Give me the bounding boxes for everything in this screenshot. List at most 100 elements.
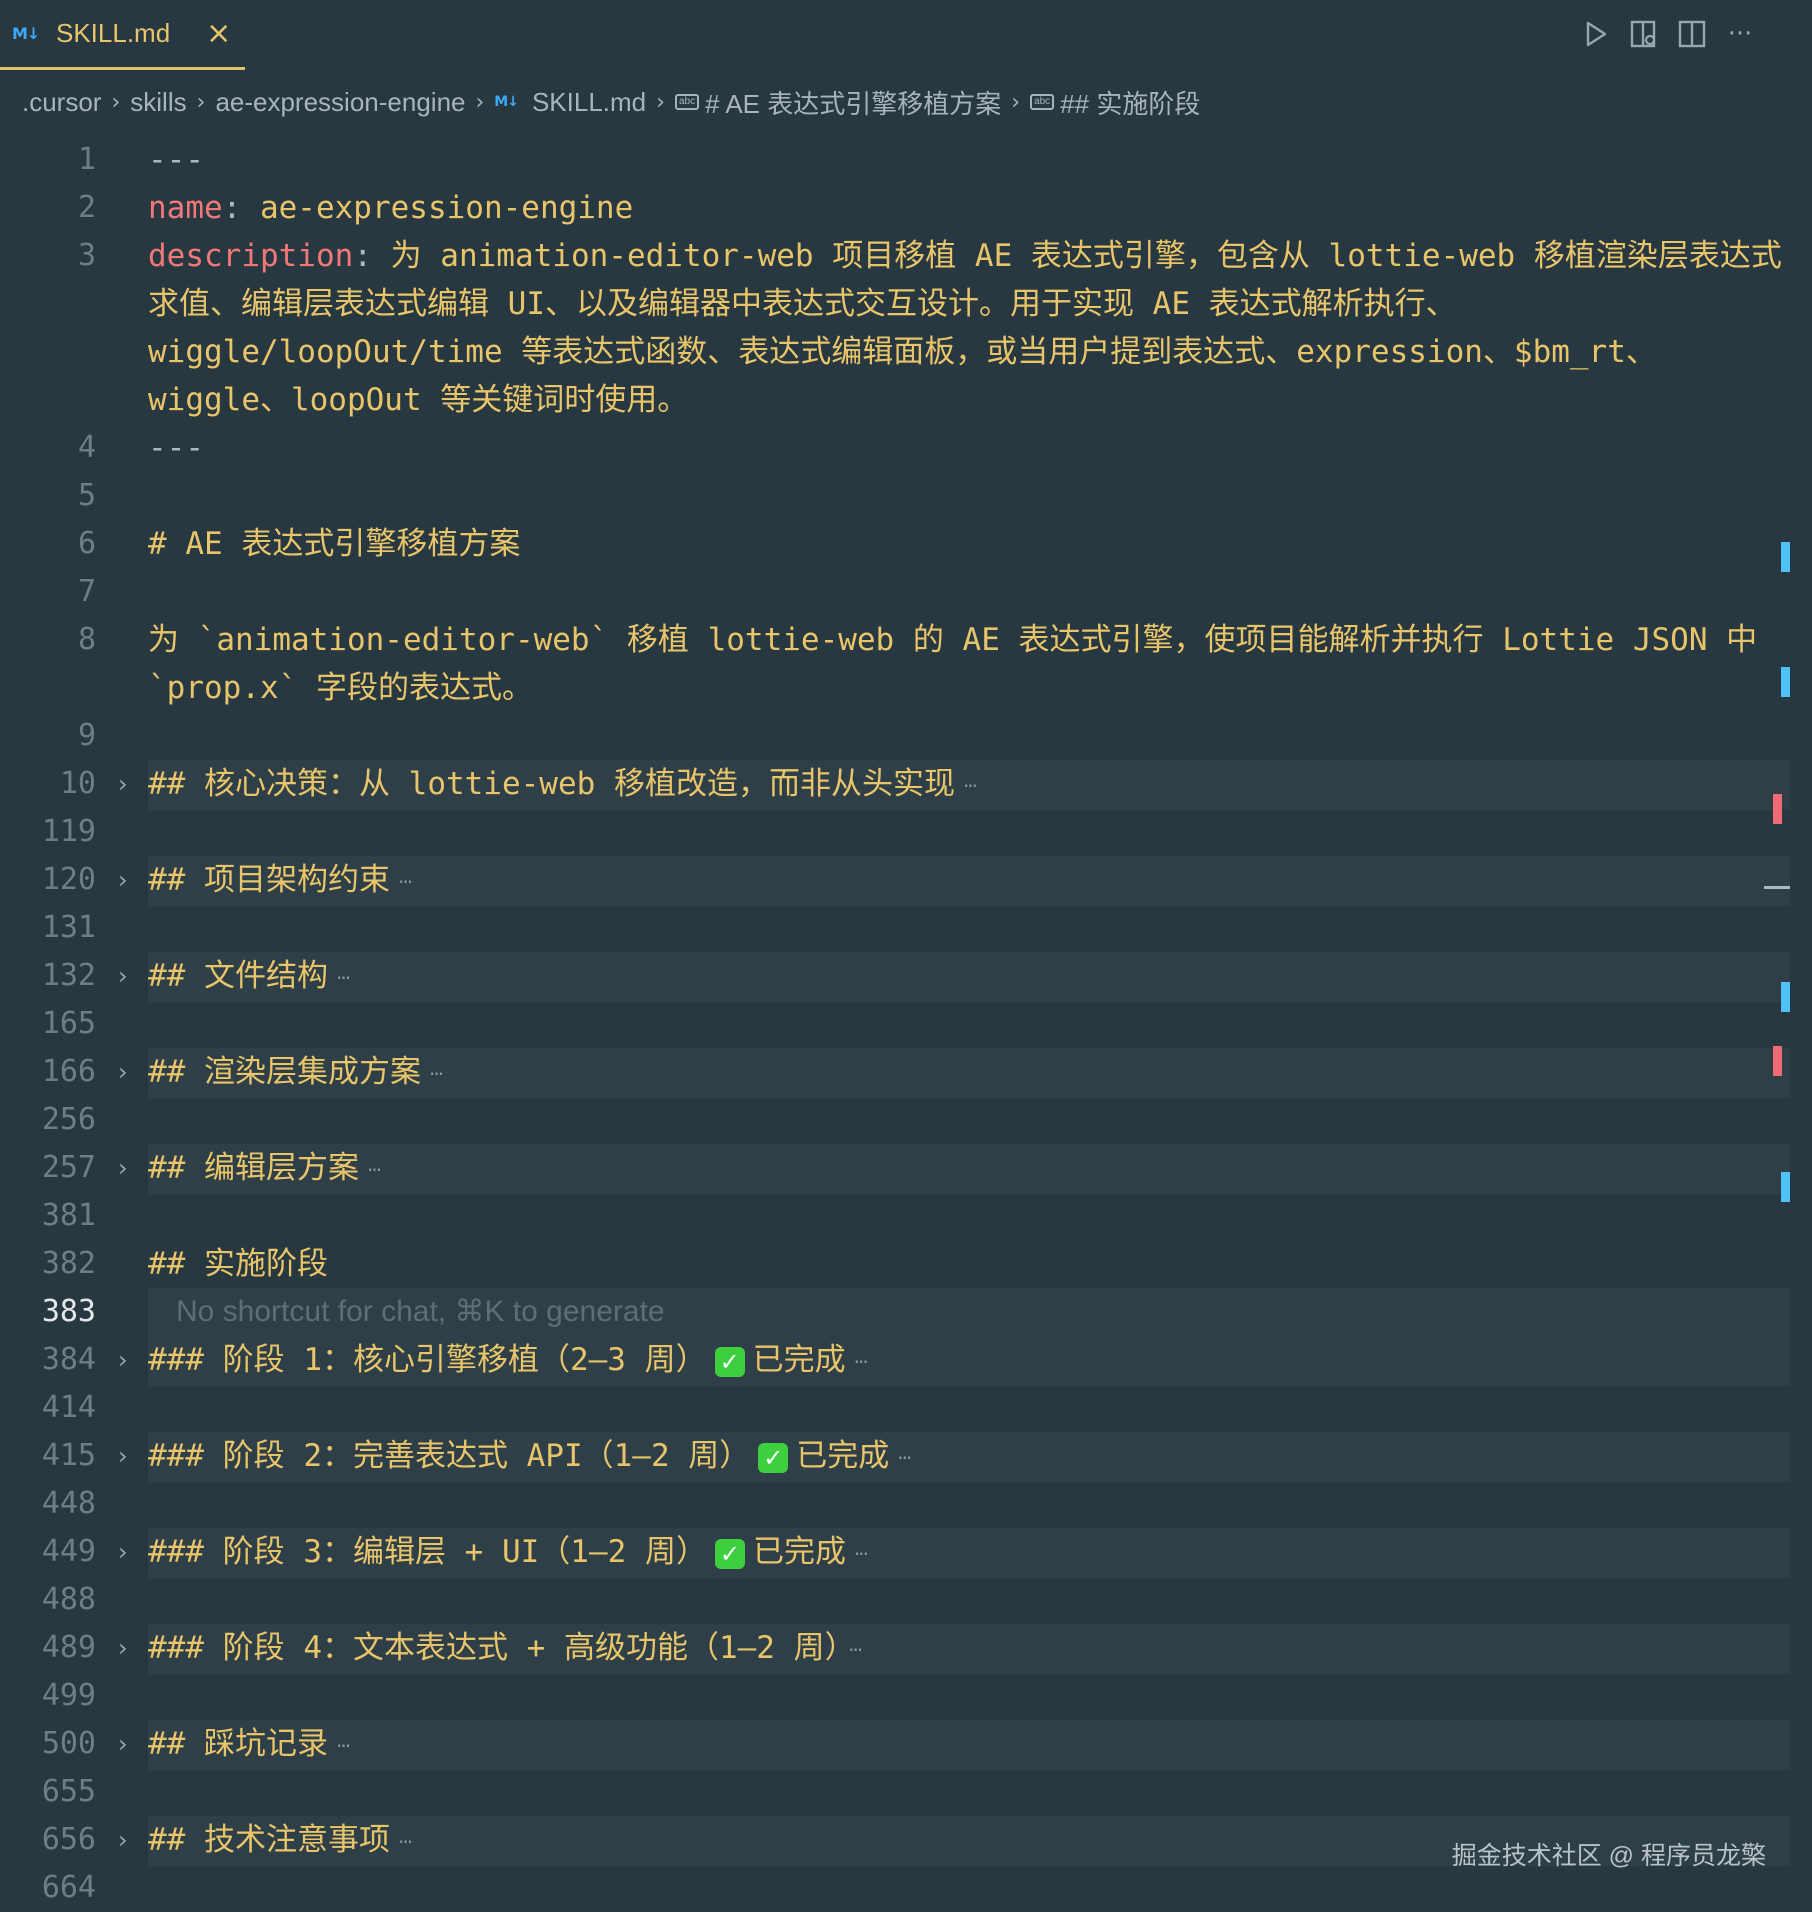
folded-ellipsis-icon[interactable]: ··· bbox=[897, 1446, 912, 1470]
fold-chevron-icon[interactable]: › bbox=[118, 1624, 128, 1672]
line-content: ### 阶段 4：文本表达式 + 高级功能（1–2 周） bbox=[148, 1630, 841, 1666]
code-line[interactable]: 166 › ## 渲染层集成方案 ··· bbox=[0, 1048, 1790, 1098]
folded-ellipsis-icon[interactable]: ··· bbox=[367, 1158, 382, 1182]
preview-icon[interactable] bbox=[1628, 14, 1660, 54]
code-line[interactable]: 7 bbox=[0, 568, 1790, 616]
line-number: 166 bbox=[41, 1054, 96, 1089]
code-line[interactable]: 132 › ## 文件结构 ··· bbox=[0, 952, 1790, 1002]
code-text: 为 `animation-editor-web` 移植 lottie-web 的… bbox=[148, 616, 1790, 712]
line-content: ## 踩坑记录 bbox=[148, 1726, 328, 1762]
code-line[interactable]: 257 › ## 编辑层方案 ··· bbox=[0, 1144, 1790, 1194]
code-line[interactable]: 131 bbox=[0, 904, 1790, 952]
yaml-value: ae-expression-engine bbox=[259, 190, 634, 226]
folded-ellipsis-icon[interactable]: ··· bbox=[398, 1830, 413, 1854]
line-number: 8 bbox=[77, 622, 96, 657]
fold-chevron-icon[interactable]: › bbox=[118, 760, 128, 808]
code-line[interactable]: 383 No shortcut for chat, ⌘K to generate bbox=[0, 1288, 1790, 1336]
line-number: 499 bbox=[41, 1678, 96, 1713]
code-text: ## 核心决策：从 lottie-web 移植改造，而非从头实现 ··· bbox=[148, 760, 1790, 810]
folded-ellipsis-icon[interactable]: ··· bbox=[336, 1734, 351, 1758]
code-line[interactable]: 381 bbox=[0, 1192, 1790, 1240]
more-icon[interactable]: ··· bbox=[1724, 14, 1756, 54]
done-label: 已完成 bbox=[752, 1534, 846, 1570]
code-line[interactable]: 6 # AE 表达式引擎移植方案 bbox=[0, 520, 1790, 568]
code-line[interactable]: 256 bbox=[0, 1096, 1790, 1144]
close-icon[interactable]: × bbox=[206, 16, 231, 51]
fold-chevron-icon[interactable]: › bbox=[118, 856, 128, 904]
code-line[interactable]: 500 › ## 踩坑记录 ··· bbox=[0, 1720, 1790, 1770]
folded-ellipsis-icon[interactable]: ··· bbox=[854, 1350, 869, 1374]
folded-ellipsis-icon[interactable]: ··· bbox=[429, 1062, 444, 1086]
code-line[interactable]: 488 bbox=[0, 1576, 1790, 1624]
code-line[interactable]: 8 为 `animation-editor-web` 移植 lottie-web … bbox=[0, 616, 1790, 712]
folded-ellipsis-icon[interactable]: ··· bbox=[963, 774, 978, 798]
fold-chevron-icon[interactable]: › bbox=[118, 1144, 128, 1192]
fold-chevron-icon[interactable]: › bbox=[118, 1432, 128, 1480]
breadcrumb-item-cursor[interactable]: .cursor bbox=[22, 87, 101, 118]
done-label: 已完成 bbox=[796, 1438, 890, 1474]
code-line[interactable]: 1 --- bbox=[0, 136, 1790, 184]
code-line[interactable]: 3 description: 为 animation-editor-web 项目移… bbox=[0, 232, 1790, 424]
breadcrumb-item-folder[interactable]: ae-expression-engine bbox=[215, 87, 465, 118]
fold-chevron-icon[interactable]: › bbox=[118, 1720, 128, 1768]
code-line[interactable]: 384 › ### 阶段 1：核心引擎移植（2–3 周） ✓ 已完成 ··· bbox=[0, 1336, 1790, 1386]
split-editor-icon[interactable] bbox=[1676, 14, 1708, 54]
code-line[interactable]: 414 bbox=[0, 1384, 1790, 1432]
heading-symbol-icon: abc bbox=[1030, 94, 1055, 110]
code-text: ### 阶段 3：编辑层 + UI（1–2 周） ✓ 已完成 ··· bbox=[148, 1528, 1790, 1578]
line-number: 381 bbox=[41, 1198, 96, 1233]
code-text: ## 文件结构 ··· bbox=[148, 952, 1790, 1002]
line-number: 119 bbox=[41, 814, 96, 849]
folded-ellipsis-icon[interactable]: ··· bbox=[336, 966, 351, 990]
code-text: ### 阶段 1：核心引擎移植（2–3 周） ✓ 已完成 ··· bbox=[148, 1336, 1790, 1386]
code-line[interactable]: 415 › ### 阶段 2：完善表达式 API（1–2 周） ✓ 已完成 ··· bbox=[0, 1432, 1790, 1482]
line-number: 120 bbox=[41, 862, 96, 897]
code-line[interactable]: 448 bbox=[0, 1480, 1790, 1528]
code-line[interactable]: 4 --- bbox=[0, 424, 1790, 472]
breadcrumb-item-skills[interactable]: skills bbox=[130, 87, 186, 118]
folded-ellipsis-icon[interactable]: ··· bbox=[854, 1542, 869, 1566]
line-content: ### 阶段 2：完善表达式 API（1–2 周） bbox=[148, 1438, 751, 1474]
line-number: 10 bbox=[59, 766, 96, 801]
line-number: 132 bbox=[41, 958, 96, 993]
code-text: ### 阶段 2：完善表达式 API（1–2 周） ✓ 已完成 ··· bbox=[148, 1432, 1790, 1482]
chevron-right-icon: › bbox=[1011, 89, 1021, 115]
fold-chevron-icon[interactable]: › bbox=[118, 952, 128, 1000]
fold-chevron-icon[interactable]: › bbox=[118, 1048, 128, 1096]
run-icon[interactable] bbox=[1580, 14, 1612, 54]
code-line[interactable]: 499 bbox=[0, 1672, 1790, 1720]
breadcrumb-item-h1[interactable]: abc # AE 表达式引擎移植方案 bbox=[674, 84, 1001, 121]
code-line[interactable]: 120 › ## 项目架构约束 ··· bbox=[0, 856, 1790, 906]
done-label: 已完成 bbox=[752, 1342, 846, 1378]
line-number: 384 bbox=[41, 1342, 96, 1377]
scroll-marker-red bbox=[1773, 1046, 1782, 1076]
fold-chevron-icon[interactable]: › bbox=[118, 1816, 128, 1864]
scroll-marker-blue bbox=[1781, 667, 1790, 697]
code-line[interactable]: 5 bbox=[0, 472, 1790, 520]
folded-ellipsis-icon[interactable]: ··· bbox=[848, 1638, 863, 1662]
markdown-icon: M↓ bbox=[12, 24, 40, 43]
scroll-marker-blue bbox=[1781, 982, 1790, 1012]
code-line[interactable]: 382 ## 实施阶段 bbox=[0, 1240, 1790, 1288]
code-line[interactable]: 9 bbox=[0, 712, 1790, 760]
chevron-right-icon: › bbox=[111, 89, 121, 115]
line-number: 7 bbox=[77, 574, 96, 609]
line-number: 382 bbox=[41, 1246, 96, 1281]
code-line[interactable]: 489 › ### 阶段 4：文本表达式 + 高级功能（1–2 周） ··· bbox=[0, 1624, 1790, 1674]
chevron-right-icon: › bbox=[656, 89, 665, 115]
code-line[interactable]: 10 › ## 核心决策：从 lottie-web 移植改造，而非从头实现 ··· bbox=[0, 760, 1790, 810]
chevron-right-icon: › bbox=[475, 89, 485, 115]
code-line[interactable]: 119 bbox=[0, 808, 1790, 856]
fold-chevron-icon[interactable]: › bbox=[118, 1528, 128, 1576]
code-line[interactable]: 2 name: ae-expression-engine bbox=[0, 184, 1790, 232]
fold-chevron-icon[interactable]: › bbox=[118, 1336, 128, 1384]
code-line[interactable]: 165 bbox=[0, 1000, 1790, 1048]
breadcrumb-item-h2[interactable]: abc ## 实施阶段 bbox=[1030, 84, 1200, 121]
code-text: --- bbox=[148, 424, 1790, 472]
tab-skill-md[interactable]: M↓ SKILL.md × bbox=[0, 0, 245, 70]
code-line[interactable]: 655 bbox=[0, 1768, 1790, 1816]
folded-ellipsis-icon[interactable]: ··· bbox=[398, 870, 413, 894]
breadcrumb-item-file[interactable]: M↓ SKILL.md bbox=[494, 87, 646, 118]
line-number: 500 bbox=[41, 1726, 96, 1761]
code-line[interactable]: 449 › ### 阶段 3：编辑层 + UI（1–2 周） ✓ 已完成 ··· bbox=[0, 1528, 1790, 1578]
